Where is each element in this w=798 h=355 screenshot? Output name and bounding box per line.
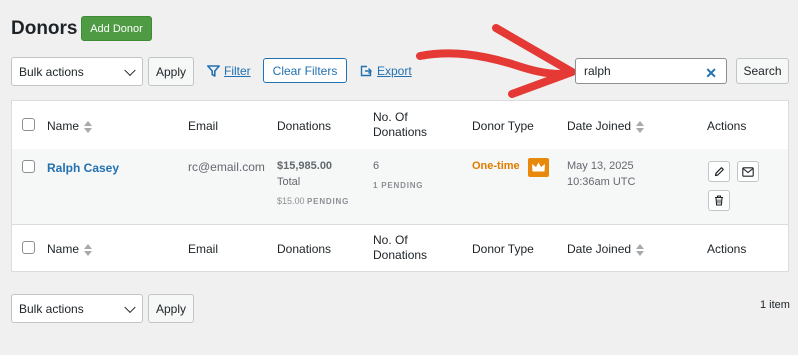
search-input-value: ralph xyxy=(584,64,611,78)
column-no-of-donations: No. Of Donations xyxy=(373,110,427,140)
bulk-actions-select[interactable]: Bulk actions xyxy=(11,57,143,86)
column-date-joined-footer[interactable]: Date Joined xyxy=(567,242,645,256)
pending-amount-value: $15.00 xyxy=(277,196,305,206)
chevron-down-icon xyxy=(124,301,136,313)
sort-icon xyxy=(84,243,93,256)
column-donations-footer: Donations xyxy=(277,242,332,256)
export-icon xyxy=(360,65,372,77)
filter-label: Filter xyxy=(224,64,251,78)
column-no-of-donations-line1: No. Of xyxy=(373,110,408,124)
donors-table: Name Email Donations No. Of Donations Don… xyxy=(11,100,789,272)
bulk-actions-select-bottom[interactable]: Bulk actions xyxy=(11,294,143,323)
select-all-checkbox-bottom[interactable] xyxy=(22,241,35,254)
bulk-actions-label: Bulk actions xyxy=(19,64,84,79)
apply-button[interactable]: Apply xyxy=(148,57,194,86)
column-name-footer-label: Name xyxy=(47,242,80,256)
edit-icon xyxy=(714,167,724,177)
column-donations: Donations xyxy=(277,119,332,133)
email-button[interactable] xyxy=(737,161,759,182)
annotation-arrow-icon xyxy=(416,24,576,98)
add-donor-button[interactable]: Add Donor xyxy=(81,16,152,41)
column-actions: Actions xyxy=(707,119,747,133)
donations-amount: $15,985.00 xyxy=(277,160,333,172)
column-name[interactable]: Name xyxy=(47,119,93,133)
table-header: Name Email Donations No. Of Donations Don… xyxy=(12,101,788,150)
clear-filters-button[interactable]: Clear Filters xyxy=(263,58,347,83)
row-checkbox[interactable] xyxy=(22,160,35,173)
donation-count: 6 xyxy=(373,160,380,172)
time-joined: 10:36am UTC xyxy=(567,176,636,188)
search-button[interactable]: Search xyxy=(736,58,789,84)
apply-button-bottom[interactable]: Apply xyxy=(148,294,194,323)
column-date-joined[interactable]: Date Joined xyxy=(567,119,645,133)
column-donor-type: Donor Type xyxy=(472,119,534,133)
sort-icon xyxy=(636,120,645,133)
column-date-joined-footer-label: Date Joined xyxy=(567,242,632,256)
table-row: Ralph Casey rc@email.com $15,985.00 Tota… xyxy=(12,149,788,225)
select-all-checkbox[interactable] xyxy=(22,118,35,131)
export-label: Export xyxy=(377,64,412,78)
filter-link[interactable]: Filter xyxy=(207,64,251,78)
donations-total-label: Total xyxy=(277,176,301,188)
sort-icon xyxy=(636,243,645,256)
export-link[interactable]: Export xyxy=(360,64,412,78)
date-joined: May 13, 2025 xyxy=(567,160,634,172)
sort-icon xyxy=(84,120,93,133)
chevron-down-icon xyxy=(124,64,136,76)
email-icon xyxy=(742,166,754,177)
donor-email: rc@email.com xyxy=(188,160,265,174)
table-footer-header: Name Email Donations No. Of Donations Don… xyxy=(12,225,788,271)
delete-button[interactable] xyxy=(708,190,730,211)
column-email: Email xyxy=(188,119,219,133)
column-no-of-donations-footer-line2: Donations xyxy=(373,248,428,262)
edit-button[interactable] xyxy=(708,161,730,182)
search-input[interactable]: ralph ✕ xyxy=(575,58,727,84)
column-name-label: Name xyxy=(47,119,80,133)
filter-icon xyxy=(207,65,220,77)
column-name-footer[interactable]: Name xyxy=(47,242,93,256)
trash-icon xyxy=(715,195,723,206)
pending-amount: $15.00 PENDING xyxy=(277,196,349,206)
column-actions-footer: Actions xyxy=(707,242,747,256)
column-donor-type-footer: Donor Type xyxy=(472,242,534,256)
column-no-of-donations-footer-line1: No. Of xyxy=(373,233,408,247)
donation-count-pending: 1 PENDING xyxy=(373,181,424,190)
pending-label: PENDING xyxy=(307,197,350,206)
column-no-of-donations-footer: No. Of Donations xyxy=(373,233,427,263)
item-count: 1 item xyxy=(760,299,790,311)
clear-icon[interactable]: ✕ xyxy=(705,65,717,82)
column-email-footer: Email xyxy=(188,242,219,256)
crown-icon xyxy=(528,158,549,177)
column-date-joined-label: Date Joined xyxy=(567,119,632,133)
donor-type-badge: One-time xyxy=(472,160,520,172)
bulk-actions-label-bottom: Bulk actions xyxy=(19,301,84,316)
donor-name-link[interactable]: Ralph Casey xyxy=(47,161,119,175)
column-no-of-donations-line2: Donations xyxy=(373,125,428,139)
page-title: Donors xyxy=(11,18,78,39)
